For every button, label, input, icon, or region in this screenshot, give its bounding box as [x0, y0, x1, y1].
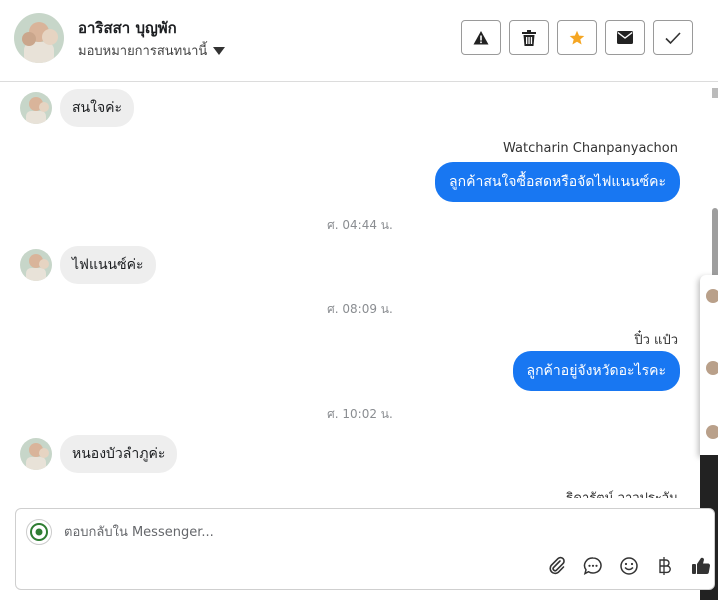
star-icon [569, 30, 585, 44]
check-icon [665, 31, 681, 44]
conversation-header: อาริสสา บุญพัก มอบหมายการสนทนานี้ [0, 0, 718, 82]
outgoing-message-bubble: ลูกค้าสนใจซื้อสดหรือจัดไฟแนนซ์คะ [435, 162, 680, 202]
scrollbar-top[interactable] [712, 88, 718, 98]
message-thread[interactable]: สนใจค่ะ Watcharin Chanpanyachon ลูกค้าสน… [0, 83, 700, 498]
delete-button[interactable] [509, 20, 549, 55]
payment-button[interactable] [654, 555, 676, 577]
paperclip-icon [549, 556, 565, 575]
side-panel-overlay[interactable] [700, 275, 718, 455]
contact-name[interactable]: อาริสสา บุญพัก [78, 16, 177, 40]
reply-composer [15, 508, 715, 590]
messenger-inbox-conversation: อาริสสา บุญพัก มอบหมายการสนทนานี้ สนใจค่… [0, 0, 718, 600]
reply-input[interactable] [64, 522, 464, 542]
contact-avatar-small [20, 249, 52, 281]
assign-conversation-dropdown[interactable]: มอบหมายการสนทนานี้ [78, 40, 226, 61]
composer-tools [546, 555, 712, 577]
saved-replies-button[interactable] [582, 555, 604, 577]
message-bubble: หนองบัวลำภูค่ะ [60, 435, 178, 473]
timestamp: ศ. 08:09 น. [327, 302, 393, 316]
incoming-message: สนใจค่ะ [20, 89, 135, 127]
contact-avatar-small [20, 92, 52, 124]
trash-icon [522, 29, 536, 46]
message-bubble: ไฟแนนซ์ค่ะ [60, 246, 156, 284]
incoming-message: หนองบัวลำภูค่ะ [20, 435, 178, 473]
page-avatar [26, 519, 52, 545]
timestamp: ศ. 04:44 น. [327, 218, 393, 232]
caret-down-icon [213, 46, 226, 55]
mark-unread-button[interactable] [605, 20, 645, 55]
thumbs-up-icon [692, 557, 711, 575]
envelope-icon [617, 31, 633, 44]
conversation-toolbar [461, 20, 693, 55]
baht-icon [659, 557, 671, 575]
emoji-button[interactable] [618, 555, 640, 577]
report-button[interactable] [461, 20, 501, 55]
mini-avatar [706, 289, 718, 303]
sender-name: Watcharin Chanpanyachon [503, 141, 678, 156]
contact-avatar-small [20, 438, 52, 470]
like-button[interactable] [690, 555, 712, 577]
assign-label: มอบหมายการสนทนานี้ [78, 44, 208, 59]
emoji-icon [620, 557, 638, 575]
warning-icon [473, 30, 489, 44]
attach-button[interactable] [546, 555, 568, 577]
sender-name: ธิดารัตน์ วาวประวัน [566, 487, 678, 498]
incoming-message: ไฟแนนซ์ค่ะ [20, 246, 156, 284]
contact-avatar[interactable] [14, 13, 64, 63]
outgoing-message-bubble: ลูกค้าอยู่จังหวัดอะไรคะ [512, 351, 680, 391]
mini-avatar [706, 425, 718, 439]
sender-name: ปิ๋ว แป๋ว [634, 333, 678, 348]
mini-avatar [706, 361, 718, 375]
star-button[interactable] [557, 20, 597, 55]
saved-reply-icon [583, 557, 602, 575]
mark-done-button[interactable] [653, 20, 693, 55]
message-bubble: สนใจค่ะ [60, 89, 135, 127]
timestamp: ศ. 10:02 น. [327, 407, 393, 421]
